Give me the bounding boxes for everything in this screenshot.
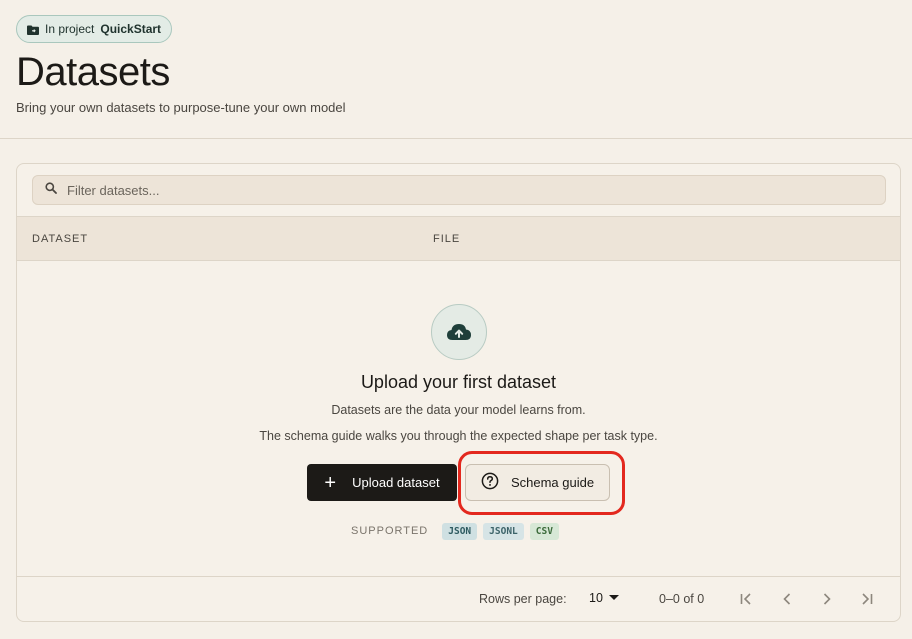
header-divider [0,138,912,139]
first-page-button[interactable] [736,589,756,609]
help-circle-icon [481,472,499,493]
next-page-button[interactable] [817,589,837,609]
supported-formats: SUPPORTED JSON JSONL CSV [351,522,559,540]
previous-page-button[interactable] [777,589,797,609]
datasets-page: In project QuickStart Datasets Bring you… [0,0,912,639]
search-bar[interactable] [32,175,886,205]
plus-icon: + [324,471,337,494]
folder-icon [27,24,39,35]
search-input[interactable] [67,182,867,198]
empty-state-hint: The schema guide walks you through the e… [259,429,658,443]
page-subtitle: Bring your own datasets to purpose-tune … [16,100,346,115]
datasets-card: DATASET FILE Upload your first dataset D… [16,163,901,622]
first-page-icon [740,593,751,605]
empty-state-title: Upload your first dataset [360,372,557,392]
column-header-dataset[interactable]: DATASET [32,233,88,245]
last-page-button[interactable] [857,589,877,609]
search-icon [45,181,57,199]
schema-guide-button[interactable]: Schema guide [465,464,610,501]
last-page-icon [862,593,873,605]
upload-dataset-button[interactable]: + Upload dataset [307,464,457,501]
rows-per-page-label: Rows per page: [479,592,567,606]
chevron-left-icon [783,593,791,605]
format-chip-jsonl: JSONL [483,522,524,540]
table-pagination: Rows per page: 10 0–0 of 0 [17,576,900,621]
cloud-upload-icon [431,304,487,360]
rows-per-page-select[interactable]: 10 [589,591,621,605]
format-chip-json: JSON [442,522,478,540]
rows-per-page-value: 10 [589,591,603,605]
project-badge[interactable]: In project QuickStart [16,15,173,43]
supported-label: SUPPORTED [351,525,429,537]
project-prefix: In project [45,22,95,36]
column-header-file[interactable]: FILE [433,233,460,245]
empty-state-description: Datasets are the data your model learns … [331,403,586,417]
chevron-right-icon [823,593,831,605]
table-header: DATASET FILE [17,216,900,261]
page-title: Datasets [16,50,170,94]
project-name: QuickStart [100,22,162,36]
pagination-range: 0–0 of 0 [659,592,705,606]
schema-guide-label: Schema guide [510,475,595,490]
upload-dataset-label: Upload dataset [352,475,440,490]
format-chip-csv: CSV [529,522,559,540]
caret-down-icon [607,591,621,605]
